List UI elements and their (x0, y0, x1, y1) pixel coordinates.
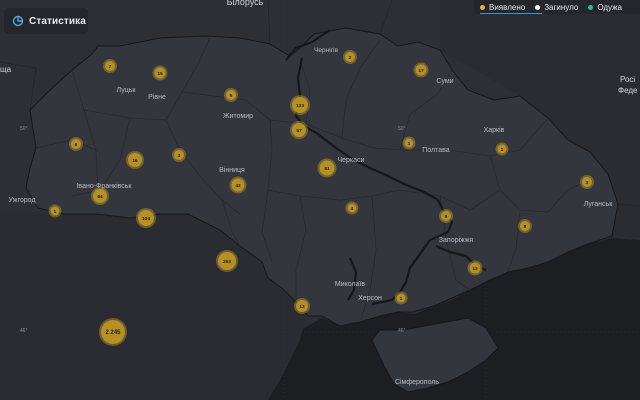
city-label: Житомир (223, 113, 253, 120)
marker-count: 4 (351, 206, 354, 212)
marker-count: 42 (235, 183, 241, 189)
case-cluster-marker[interactable]: 17 (413, 62, 429, 78)
marker-count: 15 (157, 71, 163, 77)
legend-recovered[interactable]: Одужа (588, 3, 622, 12)
legend-deaths[interactable]: Загинуло (535, 3, 578, 12)
city-label: Ужгород (9, 197, 36, 204)
case-cluster-marker[interactable]: 3 (580, 175, 594, 189)
case-cluster-marker[interactable]: 1 (48, 204, 62, 218)
case-cluster-marker[interactable]: 51 (317, 158, 337, 178)
case-cluster-marker[interactable]: 4 (345, 201, 359, 215)
case-cluster-marker[interactable]: 9 (439, 209, 453, 223)
case-cluster-marker[interactable]: 12 (294, 298, 310, 314)
marker-count: 3 (586, 180, 589, 186)
marker-count: 8 (524, 224, 527, 230)
marker-count: 133 (296, 103, 304, 109)
city-label: Суми (436, 78, 453, 85)
marker-count: 104 (142, 216, 150, 222)
city-label: Харків (484, 126, 505, 134)
ukraine-map[interactable]: Білорусь Чернігів Луцьк Рівне Суми Житомир Хар… (0, 0, 640, 400)
marker-count: 3 (178, 153, 181, 159)
marker-count: 17 (418, 68, 424, 74)
city-label: Рівне (148, 93, 166, 101)
marker-count: 1 (408, 141, 411, 147)
marker-count: 12 (299, 304, 305, 310)
marker-count: 57 (296, 128, 302, 134)
marker-count: 9 (445, 214, 448, 220)
legend-recovered-label: Одужа (597, 2, 622, 12)
marker-count: 1 (400, 296, 403, 302)
statistics-button-label: Статистика (29, 15, 86, 27)
graticule-label: 46° (398, 328, 406, 334)
case-cluster-marker[interactable]: 1 (394, 291, 408, 305)
marker-count: 16 (132, 158, 138, 164)
pie-chart-icon (12, 15, 24, 27)
city-label: Херсон (358, 295, 382, 302)
marker-count: 1 (501, 147, 504, 153)
case-cluster-marker[interactable]: 13 (467, 260, 483, 276)
city-label: Запоріжжя (439, 236, 474, 244)
city-label: Білорусь (227, 0, 264, 7)
case-cluster-marker[interactable]: 1 (402, 136, 416, 150)
case-cluster-marker[interactable]: 1 (495, 142, 509, 156)
legend-detected[interactable]: Виявлено (480, 3, 525, 12)
case-cluster-marker[interactable]: 8 (518, 219, 532, 233)
legend-bar: Виявлено Загинуло Одужа (474, 0, 640, 14)
legend-detected-label: Виявлено (489, 2, 526, 12)
graticule-label: 50° (398, 126, 406, 132)
legend-deaths-label: Загинуло (544, 2, 579, 12)
case-cluster-marker[interactable]: 16 (126, 151, 144, 169)
city-label: Сімферополь (395, 378, 439, 386)
marker-count: 2 245 (105, 330, 121, 336)
case-cluster-marker[interactable]: 3 (172, 148, 186, 162)
case-cluster-marker[interactable]: 64 (91, 187, 109, 205)
city-label: Феде (618, 86, 638, 95)
recovered-dot-icon (588, 4, 594, 10)
marker-count: 253 (223, 259, 231, 265)
city-label: Чернігів (314, 46, 338, 54)
case-cluster-marker[interactable]: 15 (152, 65, 168, 81)
marker-count: 13 (472, 266, 478, 272)
marker-count: 64 (97, 194, 103, 200)
marker-count: 1 (54, 209, 57, 215)
case-cluster-marker[interactable]: 2 (343, 50, 357, 64)
legend-active-underline (480, 13, 542, 14)
city-label: Миколаїв (335, 281, 366, 288)
marker-count: 5 (230, 93, 233, 99)
case-cluster-marker[interactable]: 6 (69, 137, 83, 151)
marker-count: 6 (75, 142, 78, 148)
marker-count: 51 (324, 166, 330, 172)
graticule-label: 46° (20, 328, 28, 334)
marker-count: 7 (109, 64, 112, 70)
case-cluster-marker[interactable]: 2 245 (99, 318, 127, 346)
map-view[interactable]: Білорусь Чернігів Луцьк Рівне Суми Житомир Хар… (0, 0, 640, 400)
case-cluster-marker[interactable]: 104 (136, 208, 156, 228)
case-cluster-marker[interactable]: 133 (290, 95, 310, 115)
case-cluster-marker[interactable]: 57 (290, 121, 308, 139)
city-label: Черкаси (338, 157, 365, 164)
graticule-label: 50° (20, 126, 28, 132)
city-label: Луцьк (117, 87, 137, 94)
city-label: Луганськ (584, 201, 613, 208)
marker-count: 2 (349, 55, 352, 61)
statistics-button[interactable]: Статистика (4, 8, 88, 34)
case-cluster-marker[interactable]: 253 (216, 250, 238, 272)
city-label: Полтава (422, 147, 450, 154)
case-cluster-marker[interactable]: 7 (103, 59, 117, 73)
city-label: ща (0, 65, 12, 74)
case-cluster-marker[interactable]: 42 (229, 176, 247, 194)
detected-dot-icon (480, 4, 485, 10)
case-cluster-marker[interactable]: 5 (224, 88, 238, 102)
city-label: Росі (620, 75, 635, 84)
deaths-dot-icon (535, 4, 541, 10)
city-label: Вінниця (219, 166, 245, 174)
